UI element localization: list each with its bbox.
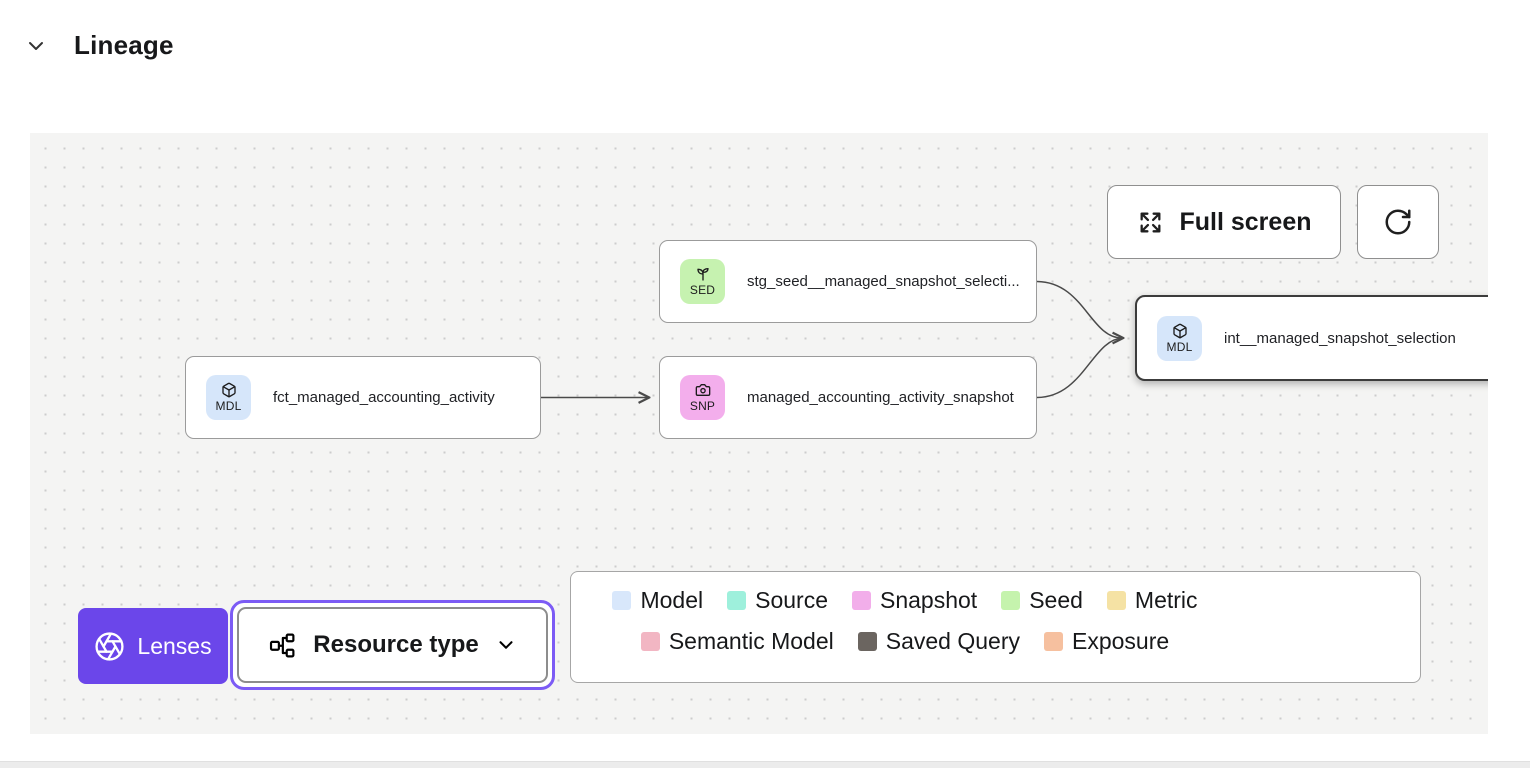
legend-item-saved-query: Saved Query <box>858 628 1020 655</box>
legend-item-exposure: Exposure <box>1044 628 1169 655</box>
node-label: int__managed_snapshot_selection <box>1224 330 1456 347</box>
seed-badge: SED <box>680 259 725 304</box>
full-screen-label: Full screen <box>1180 208 1312 237</box>
camera-icon <box>695 382 711 398</box>
badge-code: SNP <box>690 399 715 413</box>
legend-item-seed: Seed <box>1001 587 1083 614</box>
source-swatch <box>727 591 746 610</box>
badge-code: SED <box>690 283 715 297</box>
seedling-icon <box>695 266 711 282</box>
resource-type-dropdown[interactable]: Resource type <box>230 600 555 690</box>
legend-item-semantic-model: Semantic Model <box>641 628 834 655</box>
legend-item-source: Source <box>727 587 828 614</box>
seed-swatch <box>1001 591 1020 610</box>
resource-type-inner: Resource type <box>237 607 548 683</box>
bottom-scrollbar-track[interactable] <box>0 761 1530 768</box>
edge-snapshot-to-int <box>1037 338 1123 398</box>
resource-type-label: Resource type <box>313 631 478 659</box>
snapshot-badge: SNP <box>680 375 725 420</box>
aperture-icon <box>94 631 125 662</box>
node-stg-seed[interactable]: SED stg_seed__managed_snapshot_selecti..… <box>659 240 1037 323</box>
refresh-button[interactable] <box>1357 185 1439 259</box>
model-swatch <box>612 591 631 610</box>
model-badge: MDL <box>206 375 251 420</box>
lenses-label: Lenses <box>137 633 211 660</box>
node-label: stg_seed__managed_snapshot_selecti... <box>747 273 1020 290</box>
semantic-model-swatch <box>641 632 660 651</box>
badge-code: MDL <box>216 399 242 413</box>
cube-icon <box>1172 323 1188 339</box>
node-fct-managed-accounting-activity[interactable]: MDL fct_managed_accounting_activity <box>185 356 541 439</box>
badge-code: MDL <box>1167 340 1193 354</box>
lenses-button[interactable]: Lenses <box>78 608 228 684</box>
node-managed-accounting-activity-snapshot[interactable]: SNP managed_accounting_activity_snapshot <box>659 356 1037 439</box>
exposure-swatch <box>1044 632 1063 651</box>
lineage-page: Lineage SED stg_seed__managed_snapshot_s… <box>0 0 1530 768</box>
chevron-down-icon[interactable] <box>24 34 48 58</box>
cube-icon <box>221 382 237 398</box>
lineage-canvas[interactable]: SED stg_seed__managed_snapshot_selecti..… <box>30 133 1488 734</box>
legend-items: Model Source Snapshot Seed Metric Semant… <box>601 587 1209 655</box>
snapshot-swatch <box>852 591 871 610</box>
legend-item-metric: Metric <box>1107 587 1198 614</box>
model-badge: MDL <box>1157 316 1202 361</box>
legend-item-model: Model <box>612 587 703 614</box>
node-label: fct_managed_accounting_activity <box>273 389 495 406</box>
full-screen-button[interactable]: Full screen <box>1107 185 1341 259</box>
legend-panel: Model Source Snapshot Seed Metric Semant… <box>570 571 1421 683</box>
hierarchy-icon <box>268 631 297 660</box>
lineage-header: Lineage <box>24 30 174 61</box>
edge-seed-to-int <box>1037 282 1122 339</box>
refresh-icon <box>1383 207 1413 237</box>
chevron-down-icon <box>495 634 517 656</box>
legend-item-snapshot: Snapshot <box>852 587 977 614</box>
node-label: managed_accounting_activity_snapshot <box>747 389 1014 406</box>
saved-query-swatch <box>858 632 877 651</box>
expand-icon <box>1137 209 1164 236</box>
metric-swatch <box>1107 591 1126 610</box>
node-int-managed-snapshot-selection[interactable]: MDL int__managed_snapshot_selection <box>1135 295 1488 381</box>
page-title: Lineage <box>74 30 174 61</box>
